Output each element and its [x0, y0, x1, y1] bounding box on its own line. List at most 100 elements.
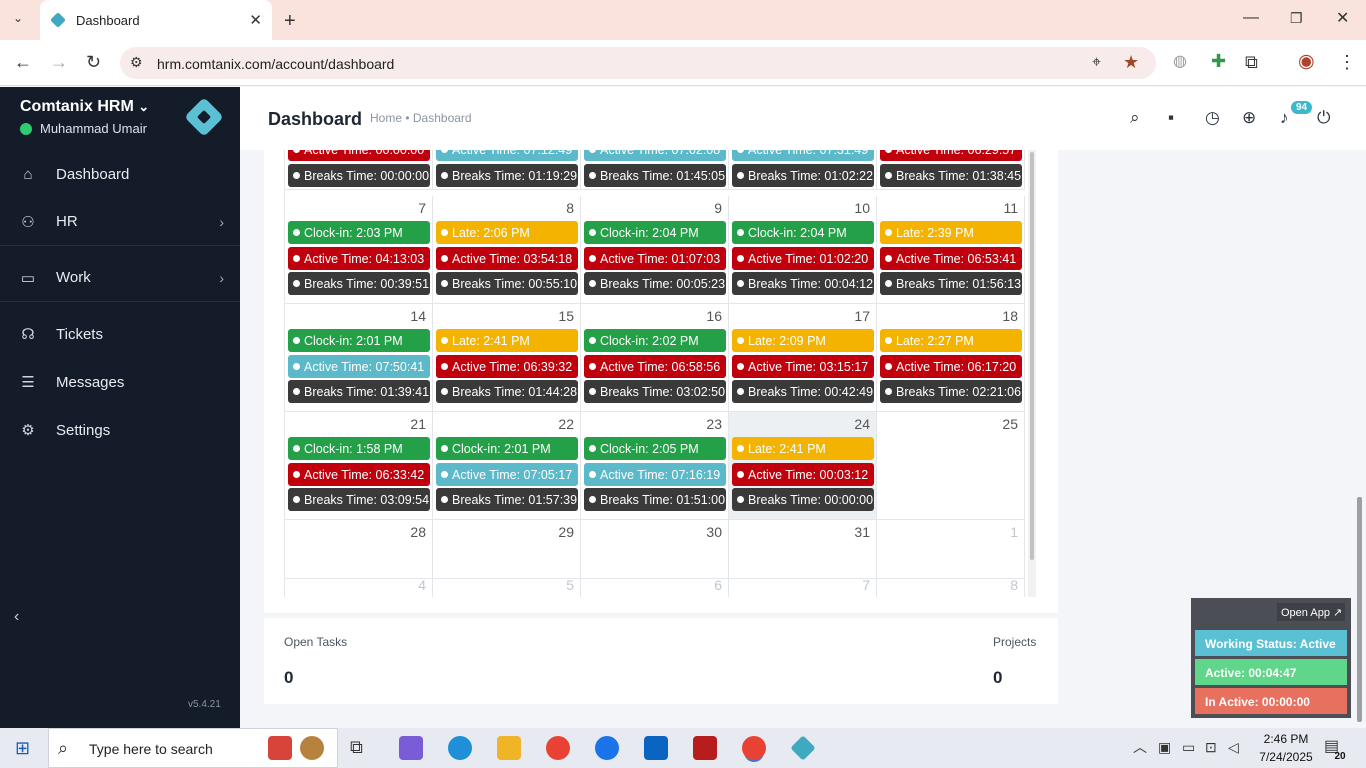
breadcrumb[interactable]: Home • Dashboard	[370, 111, 472, 125]
clock-in-event[interactable]: Clock-in: 2:05 PM	[584, 437, 726, 460]
breaks-time-event[interactable]: Breaks Time: 00:39:51	[288, 272, 430, 295]
calendar-day-cell[interactable]: 28	[285, 520, 433, 579]
file-explorer-icon[interactable]	[497, 736, 521, 760]
calendar-day-cell[interactable]: 17 Late: 2:09 PM Active Time: 03:15:17 Brea…	[729, 304, 877, 412]
active-time-event[interactable]: Active Time: 00:03:12	[732, 463, 874, 486]
active-time-event[interactable]: Active Time: 07:31:49	[732, 150, 874, 161]
meet-icon[interactable]: ▣	[1158, 740, 1171, 754]
calendar-day-cell[interactable]: 31	[729, 520, 877, 579]
location-icon[interactable]: ⌖	[1092, 55, 1101, 71]
battery-icon[interactable]: ▭	[1182, 740, 1195, 754]
calendar-day-cell[interactable]: 4	[285, 573, 433, 597]
page-scroll-thumb[interactable]	[1357, 497, 1362, 722]
menu-icon[interactable]: ⋮	[1338, 53, 1356, 71]
open-app-button[interactable]: Open App ↗	[1277, 603, 1345, 621]
calendar-scroll-thumb[interactable]	[1030, 152, 1034, 560]
sidebar-item-dashboard[interactable]: ⌂ Dashboard	[0, 150, 240, 198]
sidebar-item-tickets[interactable]: ☊ Tickets	[0, 310, 240, 358]
sticky-note-icon[interactable]: ▪	[1168, 108, 1174, 128]
active-time-event[interactable]: Active Time: 06:58:56	[584, 355, 726, 378]
breaks-time-event[interactable]: Breaks Time: 03:09:54	[288, 488, 430, 511]
clock-in-event[interactable]: Late: 2:27 PM	[880, 329, 1022, 352]
breaks-time-event[interactable]: Breaks Time: 01:02:22	[732, 164, 874, 187]
active-time-event[interactable]: Active Time: 07:12:49	[436, 150, 578, 161]
breaks-time-event[interactable]: Breaks Time: 01:56:13	[880, 272, 1022, 295]
calendar-day-cell[interactable]: 11 Late: 2:39 PM Active Time: 06:53:41 Brea…	[877, 196, 1025, 304]
calendar-day-cell[interactable]: 1	[877, 520, 1025, 579]
breaks-time-event[interactable]: Breaks Time: 01:51:00	[584, 488, 726, 511]
breaks-time-event[interactable]: Breaks Time: 00:00:00	[288, 164, 430, 187]
active-time-event[interactable]: Active Time: 01:07:03	[584, 247, 726, 270]
breaks-time-event[interactable]: Breaks Time: 01:39:41	[288, 380, 430, 403]
taskbar-search[interactable]: Type here to search	[48, 728, 338, 768]
network-icon[interactable]: ⊡	[1205, 740, 1217, 754]
active-time-event[interactable]: Active Time: 01:02:20	[732, 247, 874, 270]
close-tab-icon[interactable]: ✕	[249, 11, 262, 29]
clock-in-event[interactable]: Late: 2:41 PM	[436, 329, 578, 352]
chrome-profile-icon[interactable]	[742, 736, 766, 760]
task-view-icon[interactable]: ⧉	[350, 738, 363, 756]
active-time-event[interactable]: Active Time: 06:17:20	[880, 355, 1022, 378]
search-icon[interactable]: ⌕	[1130, 108, 1140, 128]
outlook-icon[interactable]	[644, 736, 668, 760]
bell-icon[interactable]: ♪	[1280, 108, 1289, 128]
active-time-event[interactable]: Active Time: 07:05:17	[436, 463, 578, 486]
chevron-down-icon[interactable]: ⌄	[138, 99, 149, 114]
add-circle-icon[interactable]: ⊕	[1242, 108, 1256, 128]
active-time-event[interactable]: Active Time: 00:00:00	[288, 150, 430, 161]
active-time-event[interactable]: Active Time: 04:13:03	[288, 247, 430, 270]
clock-in-event[interactable]: Clock-in: 2:04 PM	[584, 221, 726, 244]
calendar-day-cell[interactable]: 8 Late: 2:06 PM Active Time: 03:54:18 Break…	[433, 196, 581, 304]
breaks-time-event[interactable]: Breaks Time: 00:00:00	[732, 488, 874, 511]
back-icon[interactable]: ←	[14, 53, 32, 71]
minimize-icon[interactable]: —	[1243, 10, 1259, 26]
breaks-time-event[interactable]: Breaks Time: 01:45:05	[584, 164, 726, 187]
active-time-event[interactable]: Active Time: 06:53:41	[880, 247, 1022, 270]
volume-icon[interactable]: ◁	[1228, 740, 1239, 754]
app-icon-2[interactable]	[300, 736, 324, 760]
breaks-time-event[interactable]: Breaks Time: 02:21:06	[880, 380, 1022, 403]
breaks-time-event[interactable]: Breaks Time: 03:02:50	[584, 380, 726, 403]
calendar-day-cell[interactable]: 7	[729, 573, 877, 597]
calendar-day-cell[interactable]: 10 Clock-in: 2:04 PM Active Time: 01:02:20…	[729, 196, 877, 304]
clock-in-event[interactable]: Clock-in: 1:58 PM	[288, 437, 430, 460]
sidebar-item-messages[interactable]: ☰ Messages	[0, 358, 240, 406]
clock-in-event[interactable]: Late: 2:06 PM	[436, 221, 578, 244]
tab-list-dropdown-icon[interactable]: ⌄	[13, 12, 23, 24]
active-time-event[interactable]: Active Time: 06:29:57	[880, 150, 1022, 161]
calendar-day-cell[interactable]: 15 Late: 2:41 PM Active Time: 06:39:32 Brea…	[433, 304, 581, 412]
calendar-day-cell[interactable]: 29	[433, 520, 581, 579]
reload-icon[interactable]: ↻	[86, 53, 101, 71]
sidebar-item-hr[interactable]: ⚇ HR ›	[0, 198, 240, 246]
active-time-event[interactable]: Active Time: 03:54:18	[436, 247, 578, 270]
active-time-event[interactable]: Active Time: 07:02:08	[584, 150, 726, 161]
clock-in-event[interactable]: Clock-in: 2:02 PM	[584, 329, 726, 352]
close-window-icon[interactable]: ✕	[1336, 11, 1349, 27]
windows-start-icon[interactable]: ⊞	[15, 739, 30, 757]
calendar-day-cell[interactable]: 16 Clock-in: 2:02 PM Active Time: 06:58:56…	[581, 304, 729, 412]
restore-icon[interactable]: ❐	[1290, 11, 1303, 25]
sidebar-item-work[interactable]: ▭ Work ›	[0, 254, 240, 302]
open-tasks-value[interactable]: 0	[284, 668, 293, 688]
breaks-time-event[interactable]: Breaks Time: 00:05:23	[584, 272, 726, 295]
calendar-day-cell[interactable]: 9 Clock-in: 2:04 PM Active Time: 01:07:03 B…	[581, 196, 729, 304]
breaks-time-event[interactable]: Breaks Time: 00:42:49	[732, 380, 874, 403]
clock-in-event[interactable]: Clock-in: 2:03 PM	[288, 221, 430, 244]
clock-in-event[interactable]: Late: 2:41 PM	[732, 437, 874, 460]
new-tab-icon[interactable]: +	[284, 11, 296, 31]
filezilla-icon[interactable]	[693, 736, 717, 760]
chrome-icon[interactable]	[546, 736, 570, 760]
taskbar-time[interactable]: 2:46 PM	[1254, 732, 1318, 746]
copilot-icon[interactable]	[399, 736, 423, 760]
tray-expand-icon[interactable]: ︿	[1133, 740, 1147, 754]
power-icon[interactable]: ⏻	[1317, 108, 1330, 128]
bookmark-star-icon[interactable]: ★	[1123, 53, 1139, 71]
zoom-icon[interactable]	[595, 736, 619, 760]
active-time-event[interactable]: Active Time: 07:50:41	[288, 355, 430, 378]
extensions-icon[interactable]: ⧉	[1245, 53, 1258, 71]
calendar-day-cell[interactable]: 30	[581, 520, 729, 579]
calendar-day-cell[interactable]: 22 Clock-in: 2:01 PM Active Time: 07:05:17…	[433, 412, 581, 520]
active-time-event[interactable]: Active Time: 06:33:42	[288, 463, 430, 486]
breaks-time-event[interactable]: Breaks Time: 00:55:10	[436, 272, 578, 295]
site-info-icon[interactable]: ⚙	[130, 55, 143, 69]
